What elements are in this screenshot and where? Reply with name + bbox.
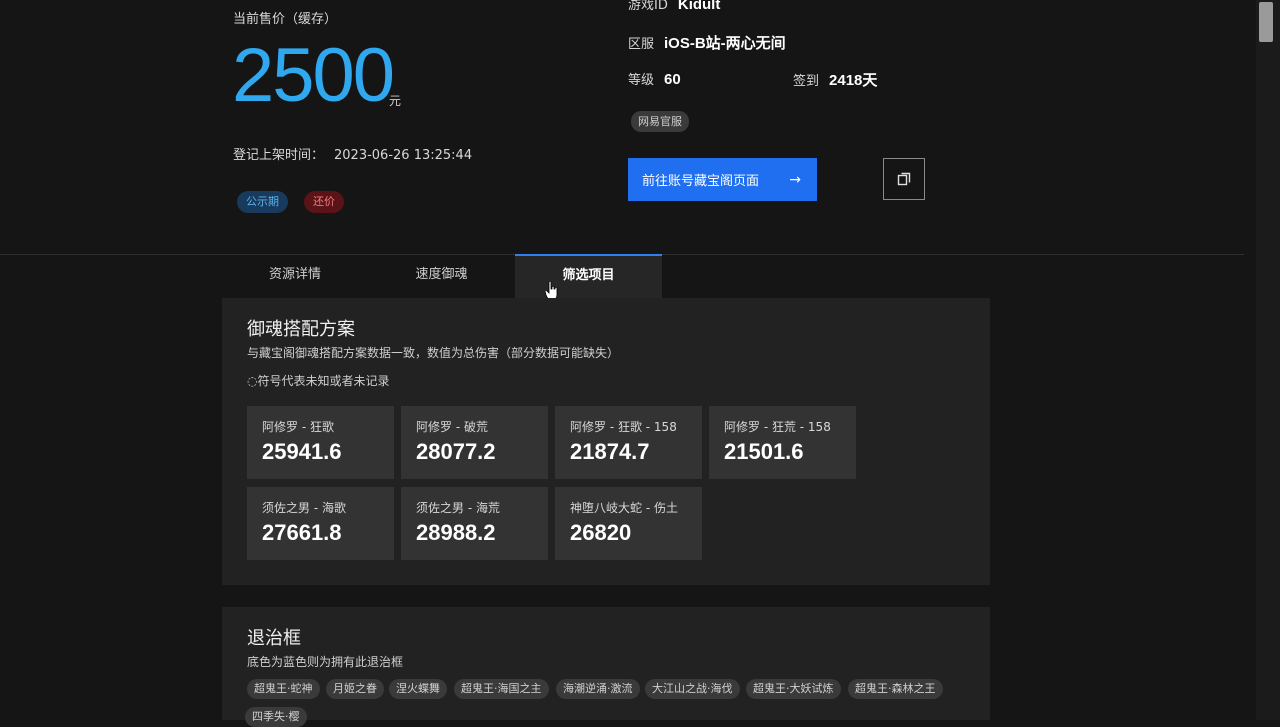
frame-chip: 涅火蝶舞 xyxy=(389,679,447,699)
soul-card: 神堕八岐大蛇 - 伤土 26820 xyxy=(555,487,702,560)
bargain-badge: 还价 xyxy=(304,191,344,213)
scrollbar-thumb[interactable] xyxy=(1259,2,1273,42)
soul-card: 阿修罗 - 狂荒 - 158 21501.6 xyxy=(709,406,856,479)
soul-card-value: 27661.8 xyxy=(262,520,342,545)
current-price-label: 当前售价（缓存） xyxy=(233,12,338,27)
goto-button-label: 前往账号藏宝阁页面 xyxy=(642,174,760,189)
soul-section-title: 御魂搭配方案 xyxy=(247,319,355,340)
official-server-tag: 网易官服 xyxy=(631,111,689,132)
soul-section-note: ◌符号代表未知或者未记录 xyxy=(247,374,390,388)
soul-card: 阿修罗 - 狂歌 25941.6 xyxy=(247,406,394,479)
arrow-right-icon: → xyxy=(789,171,801,188)
soul-card-value: 21874.7 xyxy=(570,439,650,464)
soul-card: 须佐之男 - 海荒 28988.2 xyxy=(401,487,548,560)
frame-chip: 海潮逆涌·激流 xyxy=(556,679,640,699)
game-id-row: 游戏ID Kidult xyxy=(628,0,720,13)
soul-card-value: 28077.2 xyxy=(416,439,496,464)
level-label: 等级 xyxy=(628,73,655,88)
soul-card-name: 神堕八岐大蛇 - 伤土 xyxy=(570,501,678,515)
frame-chip: 月姬之眷 xyxy=(326,679,384,699)
soul-card-value: 26820 xyxy=(570,520,632,545)
frame-chip: 四季失·樱 xyxy=(245,707,307,727)
frame-chip: 超鬼王·蛇神 xyxy=(247,679,320,699)
tab-resource-details[interactable]: 资源详情 xyxy=(222,254,368,298)
server-value: iOS-B站-两心无间 xyxy=(664,35,786,52)
soul-section-subtitle: 与藏宝阁御魂搭配方案数据一致，数值为总伤害（部分数据可能缺失） xyxy=(247,346,620,360)
price-unit: 元 xyxy=(389,94,402,108)
frame-chip: 超鬼王·海国之主 xyxy=(454,679,549,699)
soul-card-value: 28988.2 xyxy=(416,520,496,545)
soul-card-value: 25941.6 xyxy=(262,439,342,464)
soul-card-name: 阿修罗 - 狂歌 - 158 xyxy=(570,420,677,434)
signin-row: 签到 2418天 xyxy=(793,69,877,90)
frame-chip: 超鬼王·森林之王 xyxy=(848,679,943,699)
game-id-label: 游戏ID xyxy=(628,0,668,13)
soul-card-name: 须佐之男 - 海歌 xyxy=(262,501,346,515)
signin-label: 签到 xyxy=(793,74,820,89)
soul-card-name: 阿修罗 - 狂歌 xyxy=(262,420,334,434)
game-id-value: Kidult xyxy=(677,0,721,13)
current-price-value: 2500 xyxy=(232,33,395,118)
frame-section-title: 退治框 xyxy=(247,628,301,649)
soul-card-name: 须佐之男 - 海荒 xyxy=(416,501,500,515)
frame-chip: 大江山之战·海伐 xyxy=(645,679,740,699)
copy-icon xyxy=(897,172,911,186)
soul-card-name: 阿修罗 - 破荒 xyxy=(416,420,488,434)
level-value: 60 xyxy=(664,71,681,88)
soul-card: 阿修罗 - 狂歌 - 158 21874.7 xyxy=(555,406,702,479)
copy-button[interactable] xyxy=(883,158,925,200)
page-scrollbar[interactable] xyxy=(1256,0,1280,720)
signin-value: 2418天 xyxy=(829,72,878,89)
tab-speed-soul[interactable]: 速度御魂 xyxy=(368,254,515,298)
frame-section-subtitle: 底色为蓝色则为拥有此退治框 xyxy=(247,655,404,669)
tab-filter-items[interactable]: 筛选项目 xyxy=(515,254,662,298)
listed-time: 登记上架时间： 2023-06-26 13:25:44 xyxy=(233,144,472,163)
soul-setup-panel: 御魂搭配方案 与藏宝阁御魂搭配方案数据一致，数值为总伤害（部分数据可能缺失） ◌… xyxy=(222,298,990,585)
listed-time-label: 登记上架时间： xyxy=(233,148,325,163)
soul-card-name: 阿修罗 - 狂荒 - 158 xyxy=(724,420,831,434)
public-period-badge: 公示期 xyxy=(237,191,288,213)
listed-time-value: 2023-06-26 13:25:44 xyxy=(334,148,473,163)
soul-card: 阿修罗 - 破荒 28077.2 xyxy=(401,406,548,479)
frame-panel: 退治框 底色为蓝色则为拥有此退治框 超鬼王·蛇神 月姬之眷 涅火蝶舞 超鬼王·海… xyxy=(222,607,990,727)
soul-card: 须佐之男 - 海歌 27661.8 xyxy=(247,487,394,560)
frame-chip: 超鬼王·大妖试炼 xyxy=(746,679,841,699)
level-row: 等级 60 xyxy=(628,69,681,88)
server-row: 区服 iOS-B站-两心无间 xyxy=(628,32,786,53)
goto-treasure-page-button[interactable]: 前往账号藏宝阁页面 → xyxy=(628,158,817,201)
server-label: 区服 xyxy=(628,37,655,52)
soul-card-value: 21501.6 xyxy=(724,439,804,464)
